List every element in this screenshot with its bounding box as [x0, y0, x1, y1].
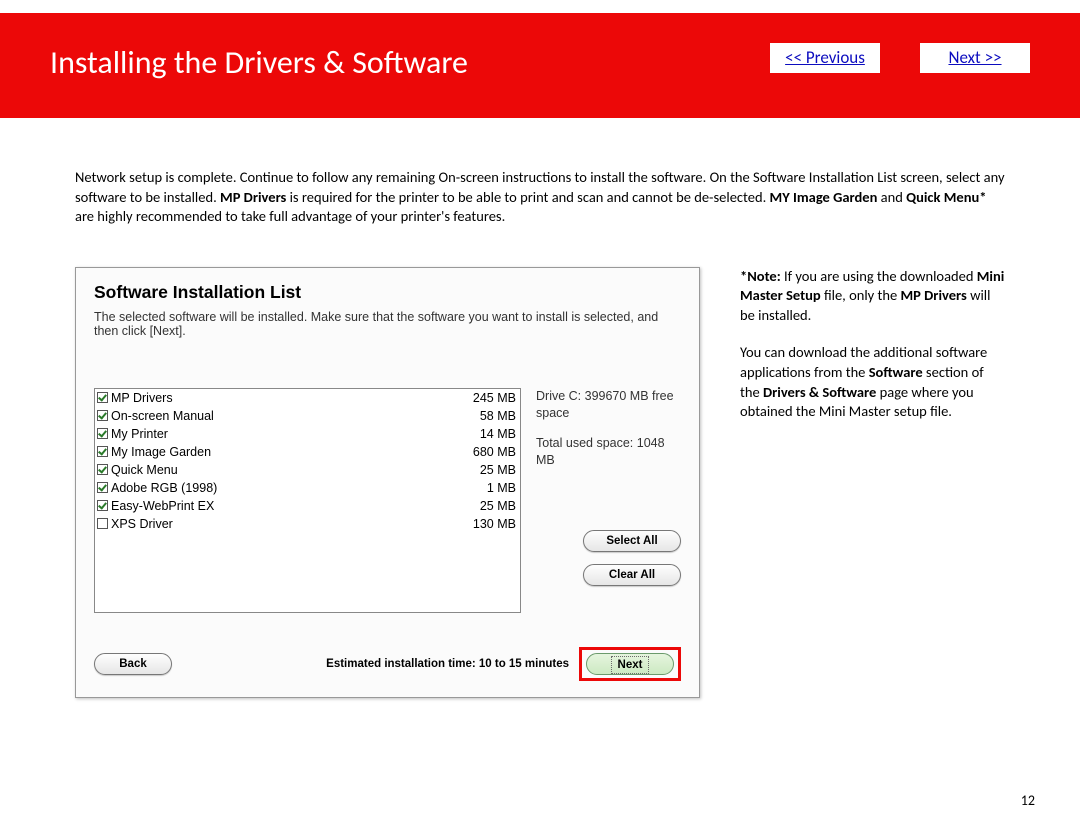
- content-area: Network setup is complete. Continue to f…: [0, 118, 1080, 698]
- dialog-footer: Back Estimated installation time: 10 to …: [94, 647, 681, 681]
- list-item[interactable]: My Image Garden680 MB: [95, 443, 520, 461]
- installation-dialog: Software Installation List The selected …: [75, 267, 700, 698]
- dialog-title: Software Installation List: [94, 282, 681, 303]
- page-title: Installing the Drivers & Software: [50, 43, 770, 82]
- intro-text: Network setup is complete. Continue to f…: [75, 168, 1005, 227]
- note-2: You can download the additional software…: [740, 343, 1005, 421]
- list-item[interactable]: MP Drivers245 MB: [95, 389, 520, 407]
- checkbox-icon[interactable]: [97, 518, 108, 529]
- main-columns: Software Installation List The selected …: [75, 267, 1005, 698]
- page-number: 12: [1021, 792, 1035, 809]
- checkbox-icon[interactable]: [97, 500, 108, 511]
- estimated-time: Estimated installation time: 10 to 15 mi…: [326, 658, 569, 670]
- disk-and-buttons: Drive C: 399670 MB free space Total used…: [536, 388, 681, 613]
- list-item[interactable]: XPS Driver130 MB: [95, 515, 520, 533]
- software-list: MP Drivers245 MB On-screen Manual58 MB M…: [94, 388, 521, 613]
- dialog-subtitle: The selected software will be installed.…: [94, 310, 681, 338]
- nav-group: << Previous Next >>: [770, 43, 1030, 73]
- checkbox-icon[interactable]: [97, 392, 108, 403]
- list-item[interactable]: On-screen Manual58 MB: [95, 407, 520, 425]
- next-link[interactable]: Next >>: [920, 43, 1030, 73]
- checkbox-icon[interactable]: [97, 464, 108, 475]
- select-all-button[interactable]: Select All: [583, 530, 681, 552]
- list-item[interactable]: My Printer14 MB: [95, 425, 520, 443]
- previous-link[interactable]: << Previous: [770, 43, 880, 73]
- note-1: *Note: If you are using the downloaded M…: [740, 267, 1005, 326]
- side-buttons: Select All Clear All: [536, 530, 681, 586]
- back-button[interactable]: Back: [94, 653, 172, 675]
- checkbox-icon[interactable]: [97, 410, 108, 421]
- note-column: *Note: If you are using the downloaded M…: [740, 267, 1005, 698]
- title-banner: Installing the Drivers & Software << Pre…: [0, 13, 1080, 118]
- clear-all-button[interactable]: Clear All: [583, 564, 681, 586]
- next-highlight: Next: [579, 647, 681, 681]
- checkbox-icon[interactable]: [97, 428, 108, 439]
- checkbox-icon[interactable]: [97, 446, 108, 457]
- list-item[interactable]: Quick Menu25 MB: [95, 461, 520, 479]
- list-item[interactable]: Adobe RGB (1998)1 MB: [95, 479, 520, 497]
- checkbox-icon[interactable]: [97, 482, 108, 493]
- list-item[interactable]: Easy-WebPrint EX25 MB: [95, 497, 520, 515]
- next-button[interactable]: Next: [586, 653, 674, 675]
- disk-info: Drive C: 399670 MB free space Total used…: [536, 388, 681, 470]
- dialog-body: MP Drivers245 MB On-screen Manual58 MB M…: [94, 388, 681, 613]
